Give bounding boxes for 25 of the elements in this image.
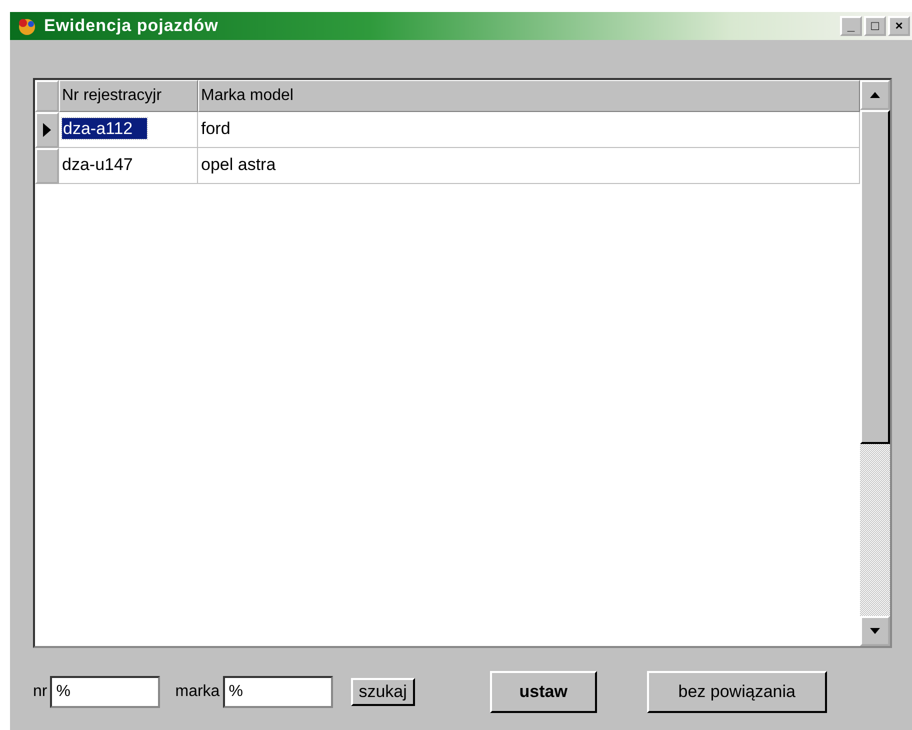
scroll-up-button[interactable] xyxy=(860,80,890,110)
unlink-button[interactable]: bez powiązania xyxy=(646,671,827,713)
table-cell: opel astra xyxy=(201,155,276,174)
column-header[interactable]: Marka model xyxy=(198,80,860,112)
scroll-thumb[interactable] xyxy=(860,110,890,444)
up-arrow-icon xyxy=(870,92,880,98)
scroll-down-button[interactable] xyxy=(860,616,890,646)
set-button[interactable]: ustaw xyxy=(490,671,597,713)
filter-label: marka xyxy=(175,683,220,701)
row-indicator[interactable] xyxy=(35,112,59,148)
filter-field[interactable]: % xyxy=(222,676,333,708)
minimize-button[interactable]: _ xyxy=(840,16,862,36)
down-arrow-icon xyxy=(870,628,880,634)
table-cell: dza-u147 xyxy=(62,155,133,174)
maximize-button[interactable]: □ xyxy=(864,16,886,36)
close-button[interactable]: × xyxy=(888,16,910,36)
column-header[interactable]: Nr rejestracyjr xyxy=(59,80,198,112)
table-cell: ford xyxy=(201,119,230,138)
search-button[interactable]: szukaj xyxy=(350,678,415,706)
current-row-icon xyxy=(43,123,51,137)
table-cell: dza-a112 xyxy=(62,118,147,139)
filter-field[interactable]: % xyxy=(50,676,160,708)
window-title: Ewidencja pojazdów xyxy=(44,16,220,36)
app-icon xyxy=(16,16,38,36)
filter-label: nr xyxy=(33,683,48,701)
